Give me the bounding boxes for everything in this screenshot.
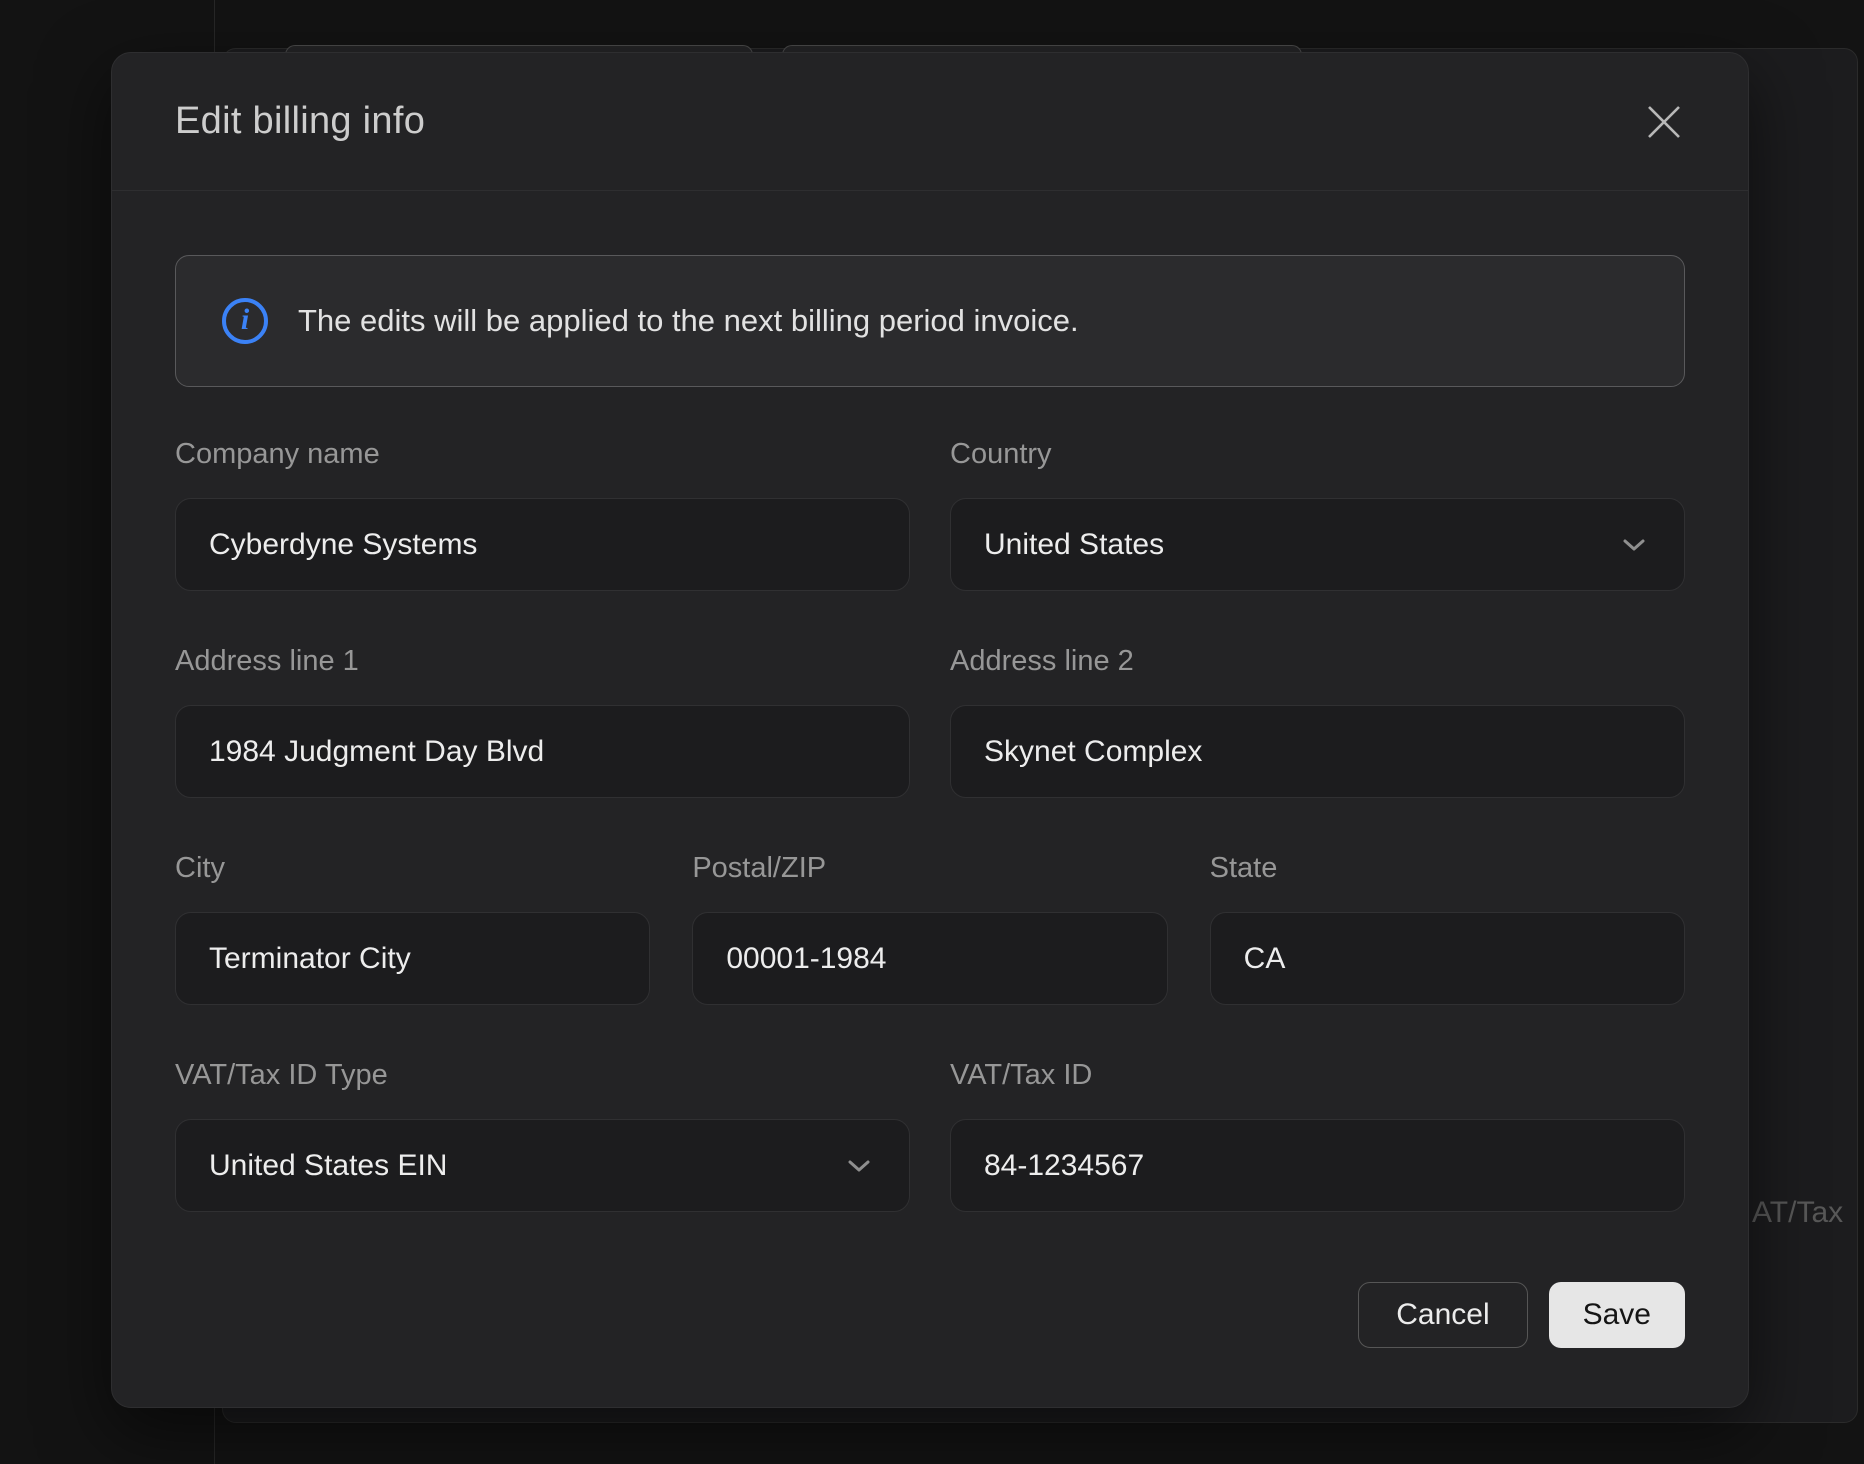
info-icon: i bbox=[222, 298, 268, 344]
company-name-input[interactable] bbox=[175, 498, 910, 591]
form-row-city-postal-state: City Postal/ZIP State bbox=[175, 852, 1685, 1005]
background-partial-label: AT/Tax bbox=[1752, 1196, 1843, 1230]
address2-label: Address line 2 bbox=[950, 645, 1685, 678]
postal-input[interactable] bbox=[692, 912, 1167, 1005]
company-name-label: Company name bbox=[175, 438, 910, 471]
vat-type-select[interactable]: United States EIN bbox=[175, 1119, 910, 1212]
state-input[interactable] bbox=[1210, 912, 1685, 1005]
form-row-address: Address line 1 Address line 2 bbox=[175, 645, 1685, 798]
dialog-title: Edit billing info bbox=[175, 100, 425, 143]
field-country: Country United States bbox=[950, 438, 1685, 591]
save-button[interactable]: Save bbox=[1549, 1282, 1685, 1348]
dialog-footer: Cancel Save bbox=[175, 1282, 1685, 1348]
vat-type-label: VAT/Tax ID Type bbox=[175, 1059, 910, 1092]
address1-input[interactable] bbox=[175, 705, 910, 798]
field-company-name: Company name bbox=[175, 438, 910, 591]
address2-input[interactable] bbox=[950, 705, 1685, 798]
field-postal: Postal/ZIP bbox=[692, 852, 1167, 1005]
city-label: City bbox=[175, 852, 650, 885]
state-label: State bbox=[1210, 852, 1685, 885]
vat-type-selected-value: United States EIN bbox=[209, 1149, 447, 1183]
country-select[interactable]: United States bbox=[950, 498, 1685, 591]
field-address2: Address line 2 bbox=[950, 645, 1685, 798]
field-state: State bbox=[1210, 852, 1685, 1005]
vat-id-input[interactable] bbox=[950, 1119, 1685, 1212]
close-button[interactable] bbox=[1640, 98, 1688, 146]
edit-billing-info-dialog: Edit billing info i The edits will be ap… bbox=[111, 52, 1749, 1408]
chevron-down-icon bbox=[847, 1159, 871, 1173]
field-vat-id: VAT/Tax ID bbox=[950, 1059, 1685, 1212]
field-vat-type: VAT/Tax ID Type United States EIN bbox=[175, 1059, 910, 1212]
country-label: Country bbox=[950, 438, 1685, 471]
country-selected-value: United States bbox=[984, 528, 1164, 562]
address1-label: Address line 1 bbox=[175, 645, 910, 678]
dialog-body: i The edits will be applied to the next … bbox=[112, 191, 1748, 1348]
form-row-company-country: Company name Country United States bbox=[175, 438, 1685, 591]
vat-id-label: VAT/Tax ID bbox=[950, 1059, 1685, 1092]
info-banner: i The edits will be applied to the next … bbox=[175, 255, 1685, 387]
city-input[interactable] bbox=[175, 912, 650, 1005]
form-row-vat: VAT/Tax ID Type United States EIN VAT/Ta… bbox=[175, 1059, 1685, 1212]
screen: AT/Tax Edit billing info i The edits wil… bbox=[0, 0, 1864, 1464]
field-city: City bbox=[175, 852, 650, 1005]
chevron-down-icon bbox=[1622, 538, 1646, 552]
cancel-button[interactable]: Cancel bbox=[1358, 1282, 1527, 1348]
close-icon bbox=[1645, 103, 1683, 141]
field-address1: Address line 1 bbox=[175, 645, 910, 798]
dialog-header: Edit billing info bbox=[112, 53, 1748, 191]
info-banner-text: The edits will be applied to the next bi… bbox=[298, 303, 1079, 339]
postal-label: Postal/ZIP bbox=[692, 852, 1167, 885]
